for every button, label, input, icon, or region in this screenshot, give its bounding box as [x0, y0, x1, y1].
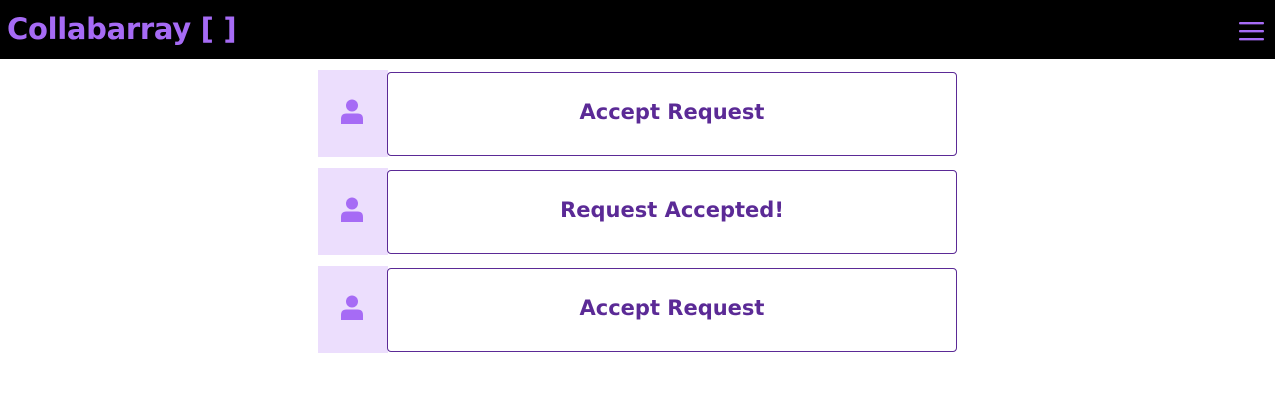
hamburger-menu-icon: [1239, 22, 1264, 41]
hamburger-menu-button[interactable]: [1236, 20, 1267, 44]
accept-request-button[interactable]: Accept Request: [387, 268, 957, 352]
avatar: [318, 266, 388, 353]
avatar: [318, 70, 388, 157]
avatar: [318, 168, 388, 255]
request-accepted-button[interactable]: Request Accepted!: [387, 170, 957, 254]
request-row: Accept Request: [318, 70, 958, 157]
request-row: Request Accepted!: [318, 168, 958, 255]
user-icon: [341, 295, 363, 320]
user-icon: [341, 197, 363, 222]
brand-title[interactable]: Collabarray [ ]: [7, 10, 237, 48]
request-row: Accept Request: [318, 266, 958, 353]
accept-request-button[interactable]: Accept Request: [387, 72, 957, 156]
user-icon: [341, 99, 363, 124]
navbar: Collabarray [ ]: [0, 0, 1275, 59]
